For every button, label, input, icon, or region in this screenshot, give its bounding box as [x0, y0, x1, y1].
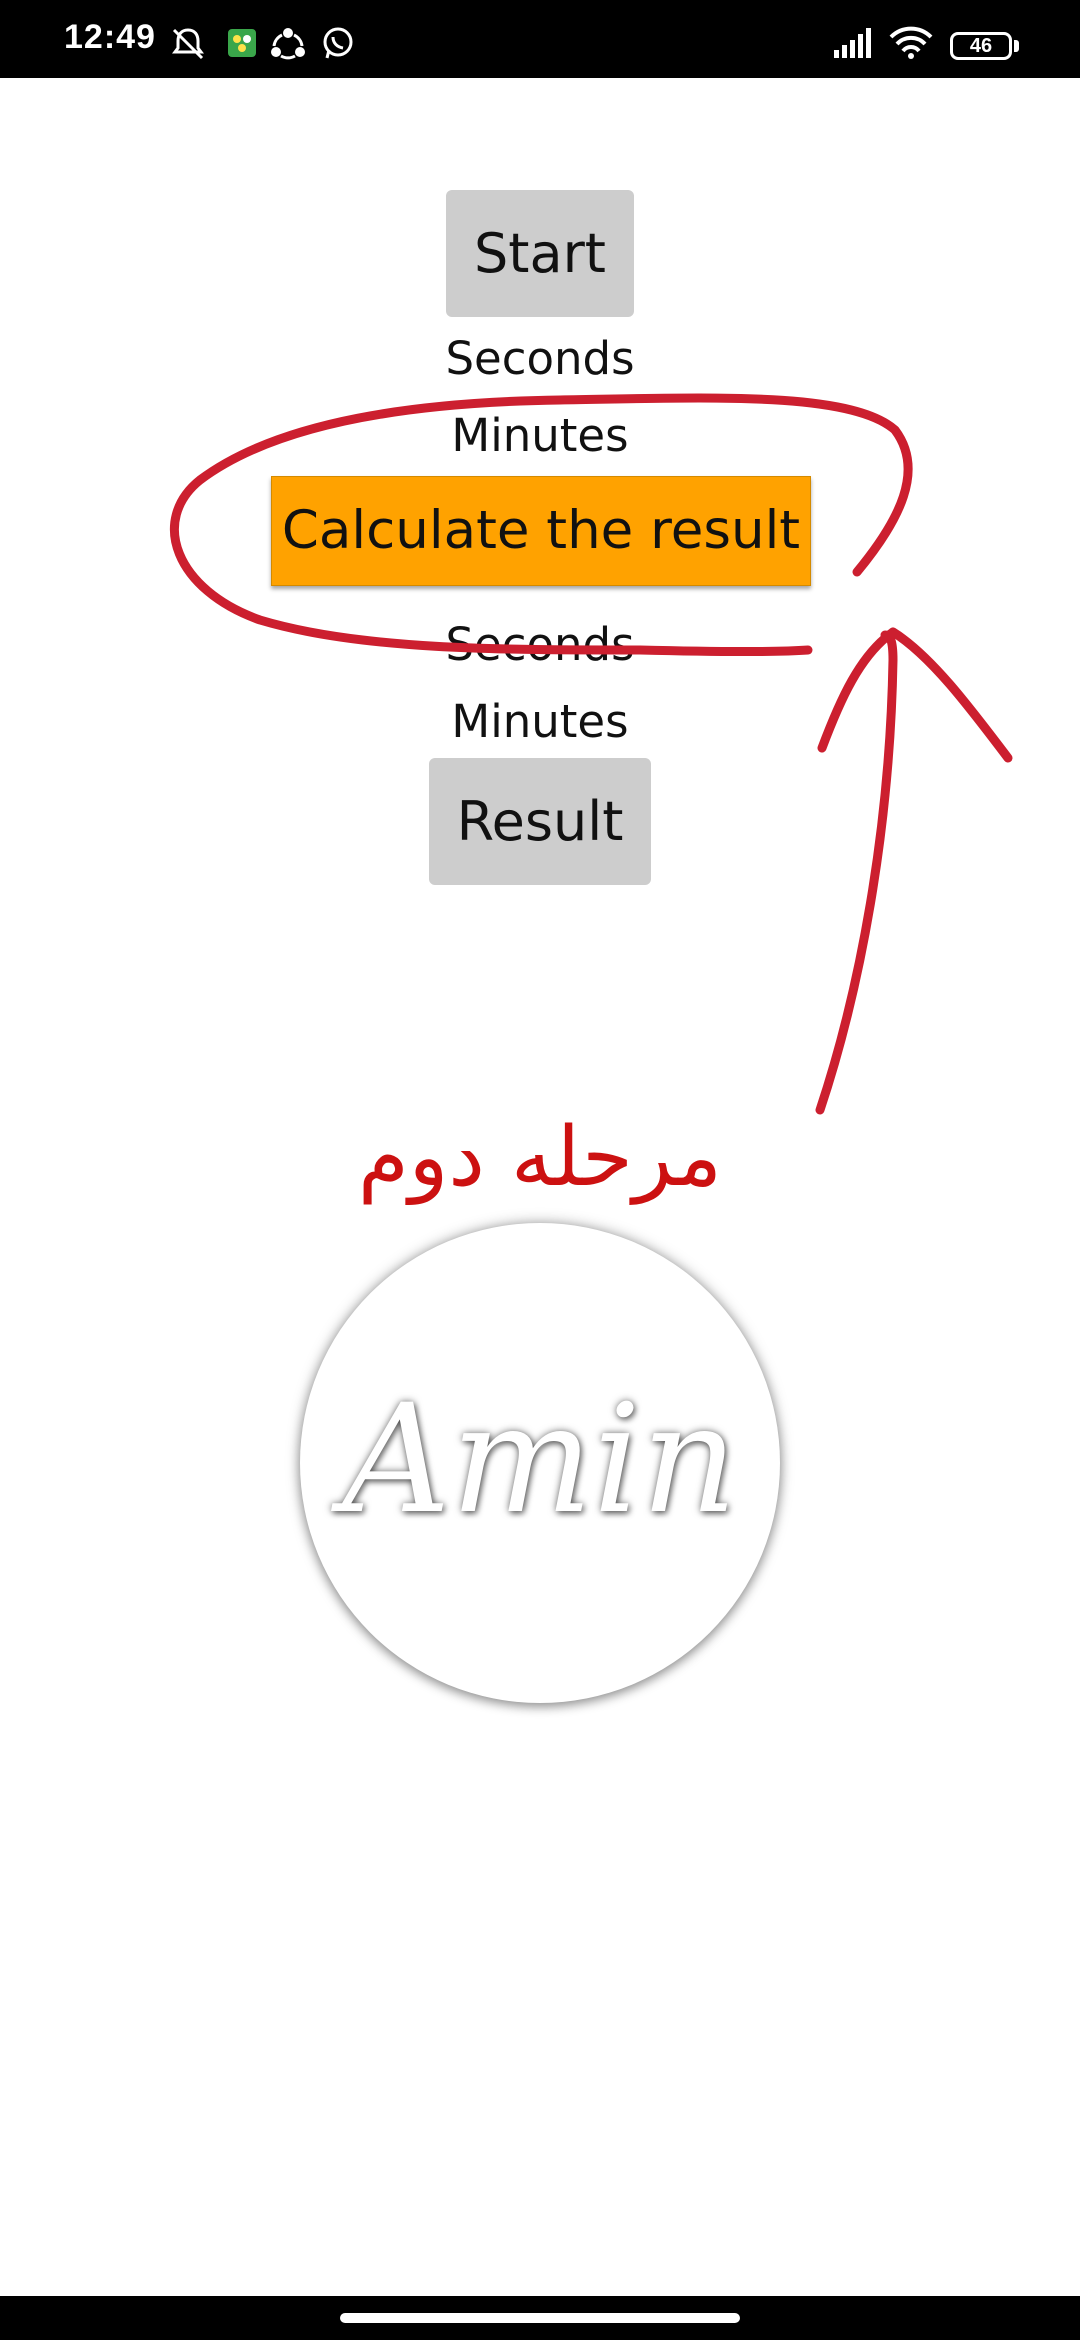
result-button[interactable]: Result: [429, 758, 651, 885]
battery-tip: [1014, 40, 1019, 52]
seconds-result-label: Seconds: [445, 618, 635, 671]
start-button[interactable]: Start: [446, 190, 634, 317]
calculate-result-button[interactable]: Calculate the result: [271, 476, 811, 586]
navigation-bar: [0, 2296, 1080, 2340]
app-screen: 12:49 46 Start Seconds Minutes Calculate…: [0, 0, 1080, 2340]
amin-logo: Amin: [300, 1223, 780, 1703]
status-time: 12:49: [64, 18, 156, 56]
seconds-label: Seconds: [445, 332, 635, 385]
logo-text: Amin: [342, 1373, 738, 1547]
wifi-icon: [889, 26, 933, 59]
signal-icon: [834, 28, 871, 58]
minutes-label: Minutes: [451, 409, 629, 462]
game-app-icon: [228, 29, 256, 57]
home-indicator[interactable]: [340, 2313, 740, 2323]
whatsapp-icon: [323, 27, 353, 59]
shareit-icon: [271, 28, 305, 60]
mute-bell-icon: [172, 28, 204, 60]
status-bar: 12:49 46: [0, 0, 1080, 78]
battery-icon: 46: [950, 32, 1012, 60]
minutes-result-label: Minutes: [451, 695, 629, 748]
stage-caption: مرحله دوم: [358, 1110, 722, 1205]
